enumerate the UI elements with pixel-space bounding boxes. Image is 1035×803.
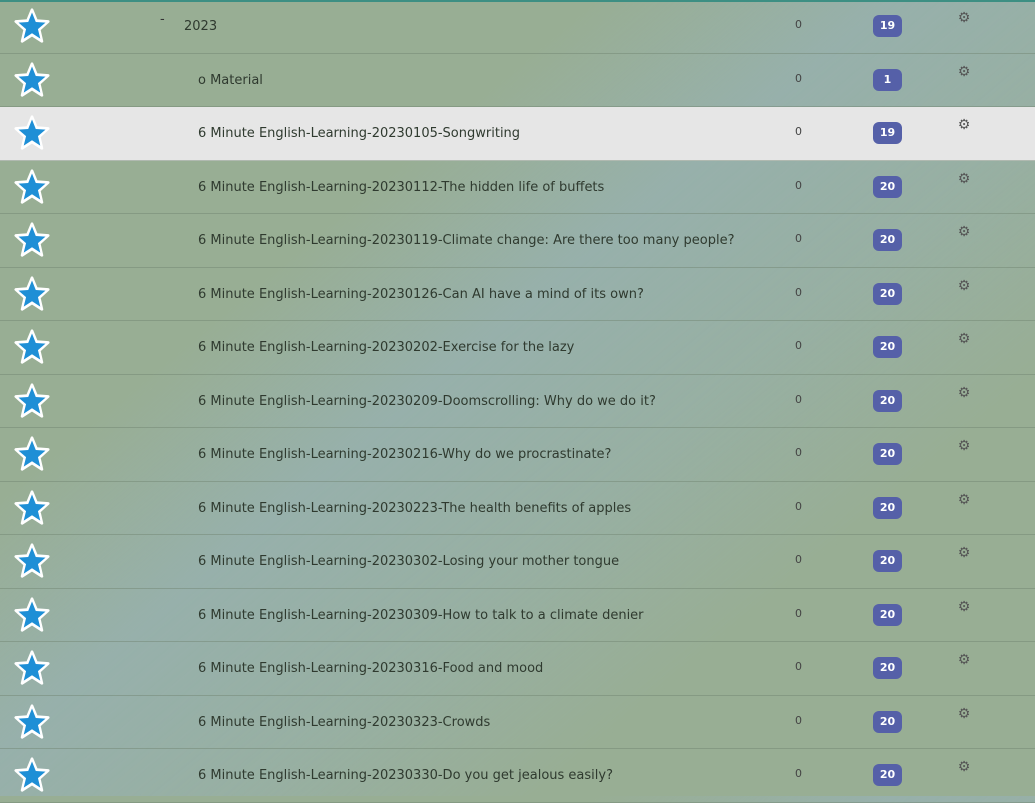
due-count: 0 — [795, 660, 802, 673]
card-count-badge: 20 — [873, 496, 902, 519]
card-count-badge: 20 — [873, 389, 902, 412]
star-icon[interactable] — [14, 329, 50, 365]
star-icon[interactable] — [14, 115, 50, 151]
star-icon[interactable] — [14, 436, 50, 472]
gear-icon[interactable]: ⚙ — [956, 117, 972, 133]
deck-name-link[interactable]: 6 Minute English-Learning-20230323-Crowd… — [198, 696, 490, 749]
deck-row[interactable]: 6 Minute English-Learning-20230316-Food … — [0, 642, 1035, 696]
card-count-badge: 1 — [873, 68, 902, 91]
deck-name-link[interactable]: 6 Minute English-Learning-20230316-Food … — [198, 642, 543, 695]
due-count: 0 — [795, 499, 802, 513]
star-icon[interactable] — [14, 222, 50, 258]
star-icon[interactable] — [14, 275, 50, 312]
deck-row[interactable]: 6 Minute English-Learning-20230302-Losin… — [0, 535, 1035, 589]
deck-row[interactable]: 6 Minute English-Learning-20230126-Can A… — [0, 268, 1035, 321]
deck-row[interactable]: 6 Minute English-Learning-20230309-How t… — [0, 589, 1035, 642]
gear-icon[interactable]: ⚙ — [956, 706, 972, 722]
star-icon[interactable] — [14, 650, 50, 686]
star-icon[interactable] — [14, 8, 50, 44]
card-count-badge: 20 — [873, 550, 902, 572]
deck-name-link[interactable]: 2023 — [184, 0, 217, 53]
gear-icon[interactable]: ⚙ — [956, 759, 972, 775]
deck-name-link[interactable]: 6 Minute English-Learning-20230105-Songw… — [198, 107, 520, 160]
gear-icon[interactable]: ⚙ — [956, 385, 972, 401]
star-icon[interactable] — [14, 703, 50, 740]
deck-name-link[interactable]: 6 Minute English-Learning-20230119-Clima… — [198, 214, 734, 267]
deck-name-link[interactable]: 6 Minute English-Learning-20230216-Why d… — [198, 428, 611, 481]
star-icon[interactable] — [14, 489, 50, 526]
due-count: 0 — [795, 18, 802, 31]
deck-row[interactable]: 6 Minute English-Learning-20230119-Clima… — [0, 214, 1035, 268]
gear-icon[interactable]: ⚙ — [956, 492, 972, 508]
due-count: 0 — [795, 553, 802, 566]
deck-name-link[interactable]: 6 Minute English-Learning-20230112-The h… — [198, 161, 604, 214]
deck-row[interactable]: 6 Minute English-Learning-20230223-The h… — [0, 482, 1035, 535]
gear-icon[interactable]: ⚙ — [956, 438, 972, 454]
gear-icon[interactable]: ⚙ — [956, 331, 972, 347]
card-count-badge: 20 — [873, 229, 902, 251]
deck-name-link[interactable]: 6 Minute English-Learning-20230202-Exerc… — [198, 321, 574, 374]
gear-icon[interactable]: ⚙ — [956, 64, 972, 80]
deck-row[interactable]: - 2023 0 19 ⚙ — [0, 0, 1035, 54]
deck-name-link[interactable]: 6 Minute English-Learning-20230330-Do yo… — [198, 749, 613, 802]
deck-row[interactable]: 6 Minute English-Learning-20230209-Dooms… — [0, 375, 1035, 428]
deck-name-link[interactable]: o Material — [198, 54, 263, 107]
due-count: 0 — [795, 125, 802, 138]
gear-icon[interactable]: ⚙ — [956, 652, 972, 668]
gear-icon[interactable]: ⚙ — [956, 599, 972, 615]
gear-icon[interactable]: ⚙ — [956, 171, 972, 187]
card-count-badge: 20 — [873, 657, 902, 679]
deck-row[interactable]: 6 Minute English-Learning-20230112-The h… — [0, 161, 1035, 214]
due-count: 0 — [795, 713, 802, 727]
card-count-badge: 20 — [873, 282, 902, 305]
deck-name-link[interactable]: 6 Minute English-Learning-20230223-The h… — [198, 482, 631, 535]
star-icon[interactable] — [14, 382, 50, 419]
due-count: 0 — [795, 606, 802, 620]
due-count: 0 — [795, 767, 802, 780]
due-count: 0 — [795, 339, 802, 352]
gear-icon[interactable]: ⚙ — [956, 545, 972, 561]
card-count-badge: 19 — [873, 15, 902, 37]
deck-name-link[interactable]: 6 Minute English-Learning-20230209-Dooms… — [198, 375, 656, 428]
deck-row[interactable]: 6 Minute English-Learning-20230323-Crowd… — [0, 696, 1035, 749]
star-icon[interactable] — [14, 168, 50, 205]
deck-row[interactable]: 6 Minute English-Learning-20230330-Do yo… — [0, 749, 1035, 803]
star-icon[interactable] — [14, 757, 50, 793]
star-icon[interactable] — [14, 61, 50, 98]
card-count-badge: 20 — [873, 336, 902, 358]
card-count-badge: 19 — [873, 122, 902, 144]
due-count: 0 — [795, 392, 802, 406]
collapse-toggle[interactable]: - — [160, 12, 165, 27]
due-count: 0 — [795, 285, 802, 299]
gear-icon[interactable]: ⚙ — [956, 224, 972, 240]
gear-icon[interactable]: ⚙ — [956, 10, 972, 26]
deck-name-link[interactable]: 6 Minute English-Learning-20230302-Losin… — [198, 535, 619, 588]
card-count-badge: 20 — [873, 175, 902, 198]
deck-row[interactable]: 6 Minute English-Learning-20230105-Songw… — [0, 107, 1035, 161]
card-count-badge: 20 — [873, 603, 902, 626]
card-count-badge: 20 — [873, 710, 902, 733]
due-count: 0 — [795, 232, 802, 245]
deck-name-link[interactable]: 6 Minute English-Learning-20230126-Can A… — [198, 268, 644, 321]
deck-list: - 2023 0 19 ⚙ o Material 0 1 ⚙ 6 Minute … — [0, 0, 1035, 803]
card-count-badge: 20 — [873, 764, 902, 786]
due-count: 0 — [795, 71, 802, 85]
deck-row[interactable]: 6 Minute English-Learning-20230202-Exerc… — [0, 321, 1035, 375]
due-count: 0 — [795, 178, 802, 192]
star-icon[interactable] — [14, 543, 50, 579]
card-count-badge: 20 — [873, 443, 902, 465]
star-icon[interactable] — [14, 596, 50, 633]
due-count: 0 — [795, 446, 802, 459]
deck-row[interactable]: 6 Minute English-Learning-20230216-Why d… — [0, 428, 1035, 482]
deck-name-link[interactable]: 6 Minute English-Learning-20230309-How t… — [198, 589, 644, 642]
gear-icon[interactable]: ⚙ — [956, 278, 972, 294]
deck-row[interactable]: o Material 0 1 ⚙ — [0, 54, 1035, 107]
